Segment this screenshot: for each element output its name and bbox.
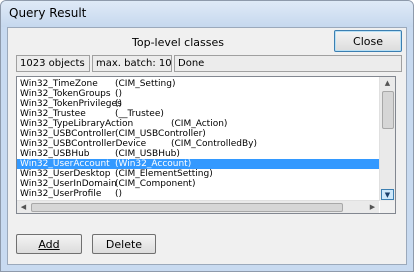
list-item[interactable]: Win32_USBControllerDevice (CIM_Controlled… <box>17 139 379 149</box>
parent-class: (CIM_ElementSetting) <box>115 169 213 179</box>
close-button[interactable]: Close <box>334 30 402 52</box>
query-result-window: Query Result Top-level classes Close 102… <box>0 0 414 272</box>
scroll-down-arrow-icon[interactable]: ▼ <box>381 189 394 200</box>
parent-class: (CIM_Action) <box>171 119 228 129</box>
class-rows: Win32_TimeZone (CIM_Setting) Win32_TokenGr… <box>17 77 379 201</box>
class-name: Win32_TypeLibraryAction <box>20 119 134 129</box>
parent-class: (Win32_Account) <box>115 159 192 169</box>
object-count: 1023 objects <box>16 55 90 72</box>
horizontal-scroll-thumb[interactable] <box>31 203 343 212</box>
list-item[interactable]: Win32_UserInDomain (CIM_Component) <box>17 179 379 189</box>
list-item[interactable]: Win32_TokenGroups () <box>17 89 379 99</box>
delete-button[interactable]: Delete <box>92 234 156 254</box>
parent-class: (__Trustee) <box>115 109 164 119</box>
vertical-scroll-thumb[interactable] <box>382 91 394 129</box>
add-button-label: Add <box>38 237 60 251</box>
parent-class: (CIM_Setting) <box>115 79 176 89</box>
class-name: Win32_UserInDomain <box>20 179 117 189</box>
horizontal-scrollbar[interactable]: ◀ ▶ <box>17 200 379 213</box>
class-name: Win32_UserProfile <box>20 189 102 199</box>
parent-class: (CIM_USBHub) <box>115 149 180 159</box>
dialog-client-area: Top-level classes Close 1023 objects max… <box>7 27 407 265</box>
batch-size: max. batch: 10 <box>92 55 172 72</box>
list-item[interactable]: Win32_Trustee (__Trustee) <box>17 109 379 119</box>
parent-class: (CIM_ControlledBy) <box>171 139 258 149</box>
list-item[interactable]: Win32_UserProfile () <box>17 189 379 199</box>
scrollbar-corner <box>380 201 395 213</box>
class-name: Win32_TokenGroups <box>20 89 111 99</box>
class-name: Win32_TokenPrivileges <box>20 99 122 109</box>
class-name: Win32_TimeZone <box>20 79 98 89</box>
class-name: Win32_Trustee <box>20 109 86 119</box>
query-state: Done <box>174 55 402 72</box>
class-list[interactable]: Win32_TimeZone (CIM_Setting) Win32_TokenGr… <box>16 76 396 214</box>
status-bar: 1023 objects max. batch: 10 Done <box>16 55 402 72</box>
parent-class: (CIM_USBController) <box>115 129 206 139</box>
scroll-up-arrow-icon[interactable]: ▲ <box>381 77 394 89</box>
title-bar[interactable]: Query Result <box>1 1 413 27</box>
list-item[interactable]: Win32_TypeLibraryAction (CIM_Action) <box>17 119 379 129</box>
list-item[interactable]: Win32_UserDesktop (CIM_ElementSetting) <box>17 169 379 179</box>
add-button[interactable]: Add <box>16 234 82 254</box>
list-item[interactable]: Win32_TimeZone (CIM_Setting) <box>17 79 379 89</box>
class-name: Win32_USBController <box>20 129 116 139</box>
parent-class: (CIM_Component) <box>115 179 196 189</box>
list-item[interactable]: Win32_USBController (CIM_USBController) <box>17 129 379 139</box>
list-item[interactable]: Win32_USBHub (CIM_USBHub) <box>17 149 379 159</box>
vertical-scrollbar[interactable]: ▲ ▼ <box>379 77 395 201</box>
scroll-left-arrow-icon[interactable]: ◀ <box>17 201 30 213</box>
list-item[interactable]: Win32_UserAccount (Win32_Account) <box>17 159 379 169</box>
class-name: Win32_USBControllerDevice <box>20 139 147 149</box>
list-heading: Top-level classes <box>132 36 224 49</box>
parent-class: () <box>115 189 123 199</box>
parent-class: () <box>115 89 123 99</box>
class-name: Win32_UserDesktop <box>20 169 111 179</box>
scroll-right-arrow-icon[interactable]: ▶ <box>366 201 379 213</box>
class-name: Win32_UserAccount <box>20 159 110 169</box>
window-title: Query Result <box>9 6 87 20</box>
list-item[interactable]: Win32_TokenPrivileges() <box>17 99 379 109</box>
parent-class: () <box>115 99 123 109</box>
class-name: Win32_USBHub <box>20 149 90 159</box>
